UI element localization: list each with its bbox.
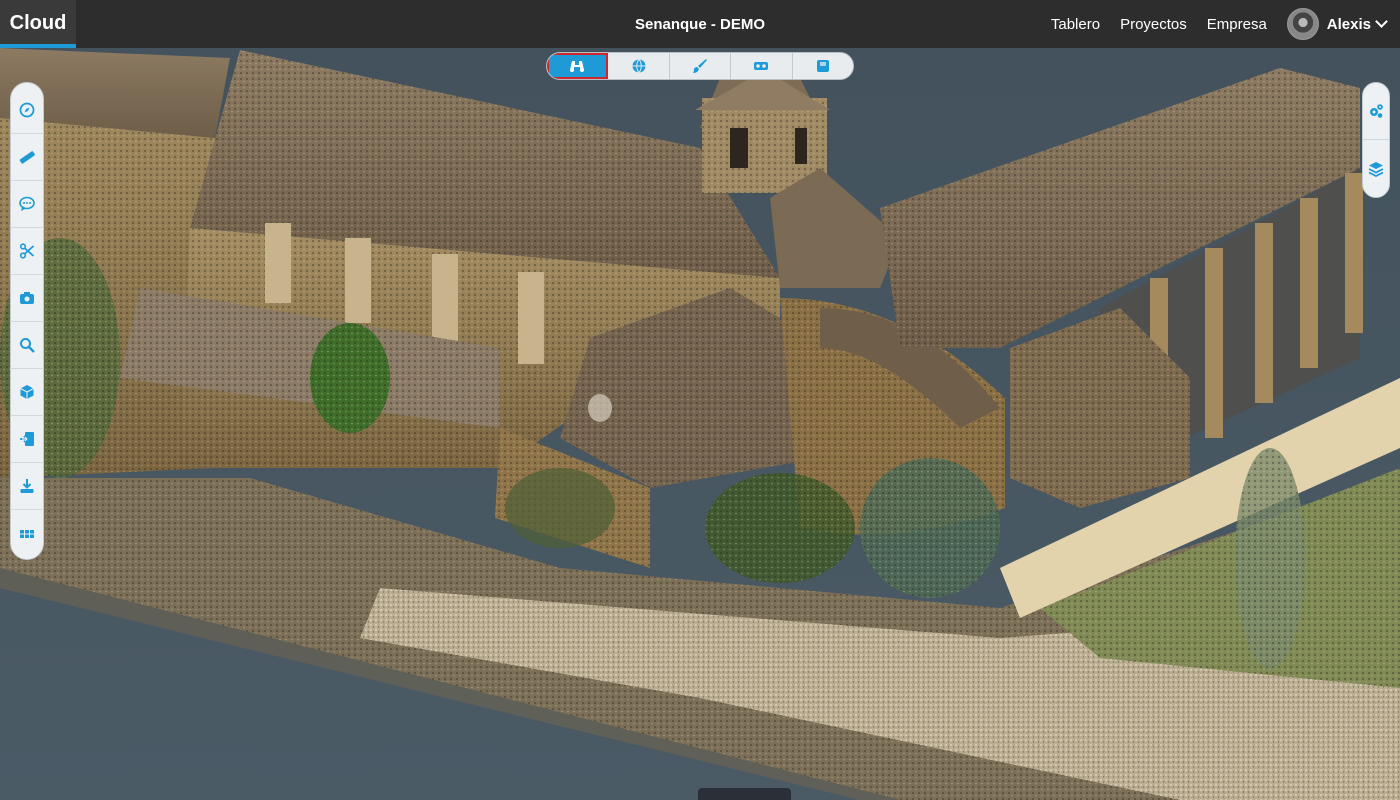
binoculars-icon [570, 61, 585, 72]
brush-icon [693, 59, 708, 73]
point-cloud-scene [0, 48, 1400, 800]
brand-logo[interactable]: Cloud [0, 0, 76, 48]
nav-projects[interactable]: Proyectos [1120, 16, 1187, 33]
ruler-icon [19, 151, 35, 164]
globe-icon [632, 59, 646, 73]
layers-icon [1368, 161, 1384, 177]
binoculars-view-button[interactable] [547, 53, 609, 79]
point-cloud-viewer[interactable] [0, 48, 1400, 800]
vr-view-button[interactable] [731, 53, 793, 79]
user-menu[interactable]: Alexis [1286, 8, 1388, 40]
view-mode-toolbar [546, 52, 854, 80]
annotation-tool-button[interactable] [10, 181, 44, 228]
nav-company[interactable]: Empresa [1207, 16, 1267, 33]
search-icon [20, 338, 35, 353]
brush-view-button[interactable] [670, 53, 732, 79]
globe-view-button[interactable] [608, 53, 670, 79]
top-navigation-bar: Cloud Senanque - DEMO Tablero Proyectos … [0, 0, 1400, 48]
download-icon [20, 479, 34, 493]
download-tool-button[interactable] [10, 463, 44, 510]
layers-button[interactable] [1362, 140, 1390, 197]
import-tool-button[interactable] [10, 416, 44, 463]
square-view-icon [816, 60, 829, 72]
scissors-icon [19, 243, 35, 259]
apps-grid-icon [20, 529, 34, 538]
compass-icon [19, 102, 35, 118]
user-name: Alexis [1326, 15, 1371, 33]
bottom-panel-handle[interactable] [698, 788, 791, 800]
volume-tool-button[interactable] [10, 369, 44, 416]
nav-dashboard[interactable]: Tablero [1051, 16, 1100, 33]
main-nav: Tablero Proyectos Empresa Alexis [1031, 0, 1388, 48]
vr-headset-icon [754, 62, 769, 70]
measure-tool-button[interactable] [10, 134, 44, 181]
clip-tool-button[interactable] [10, 228, 44, 275]
import-icon [20, 432, 34, 446]
comment-icon [19, 196, 35, 211]
navigation-tool-button[interactable] [10, 87, 44, 134]
cube-icon [20, 385, 34, 399]
settings-sidebar [1362, 82, 1390, 198]
settings-button[interactable] [1362, 83, 1390, 140]
camera-icon [20, 292, 34, 304]
settings-cogs-icon [1370, 104, 1383, 118]
avatar [1286, 8, 1319, 40]
chevron-down-icon [1375, 15, 1388, 28]
square-view-button[interactable] [793, 53, 853, 79]
screenshot-tool-button[interactable] [10, 275, 44, 322]
brand-text: Cloud [9, 11, 67, 34]
apps-menu-button[interactable] [10, 510, 44, 557]
search-tool-button[interactable] [10, 322, 44, 369]
tools-sidebar [10, 82, 44, 560]
